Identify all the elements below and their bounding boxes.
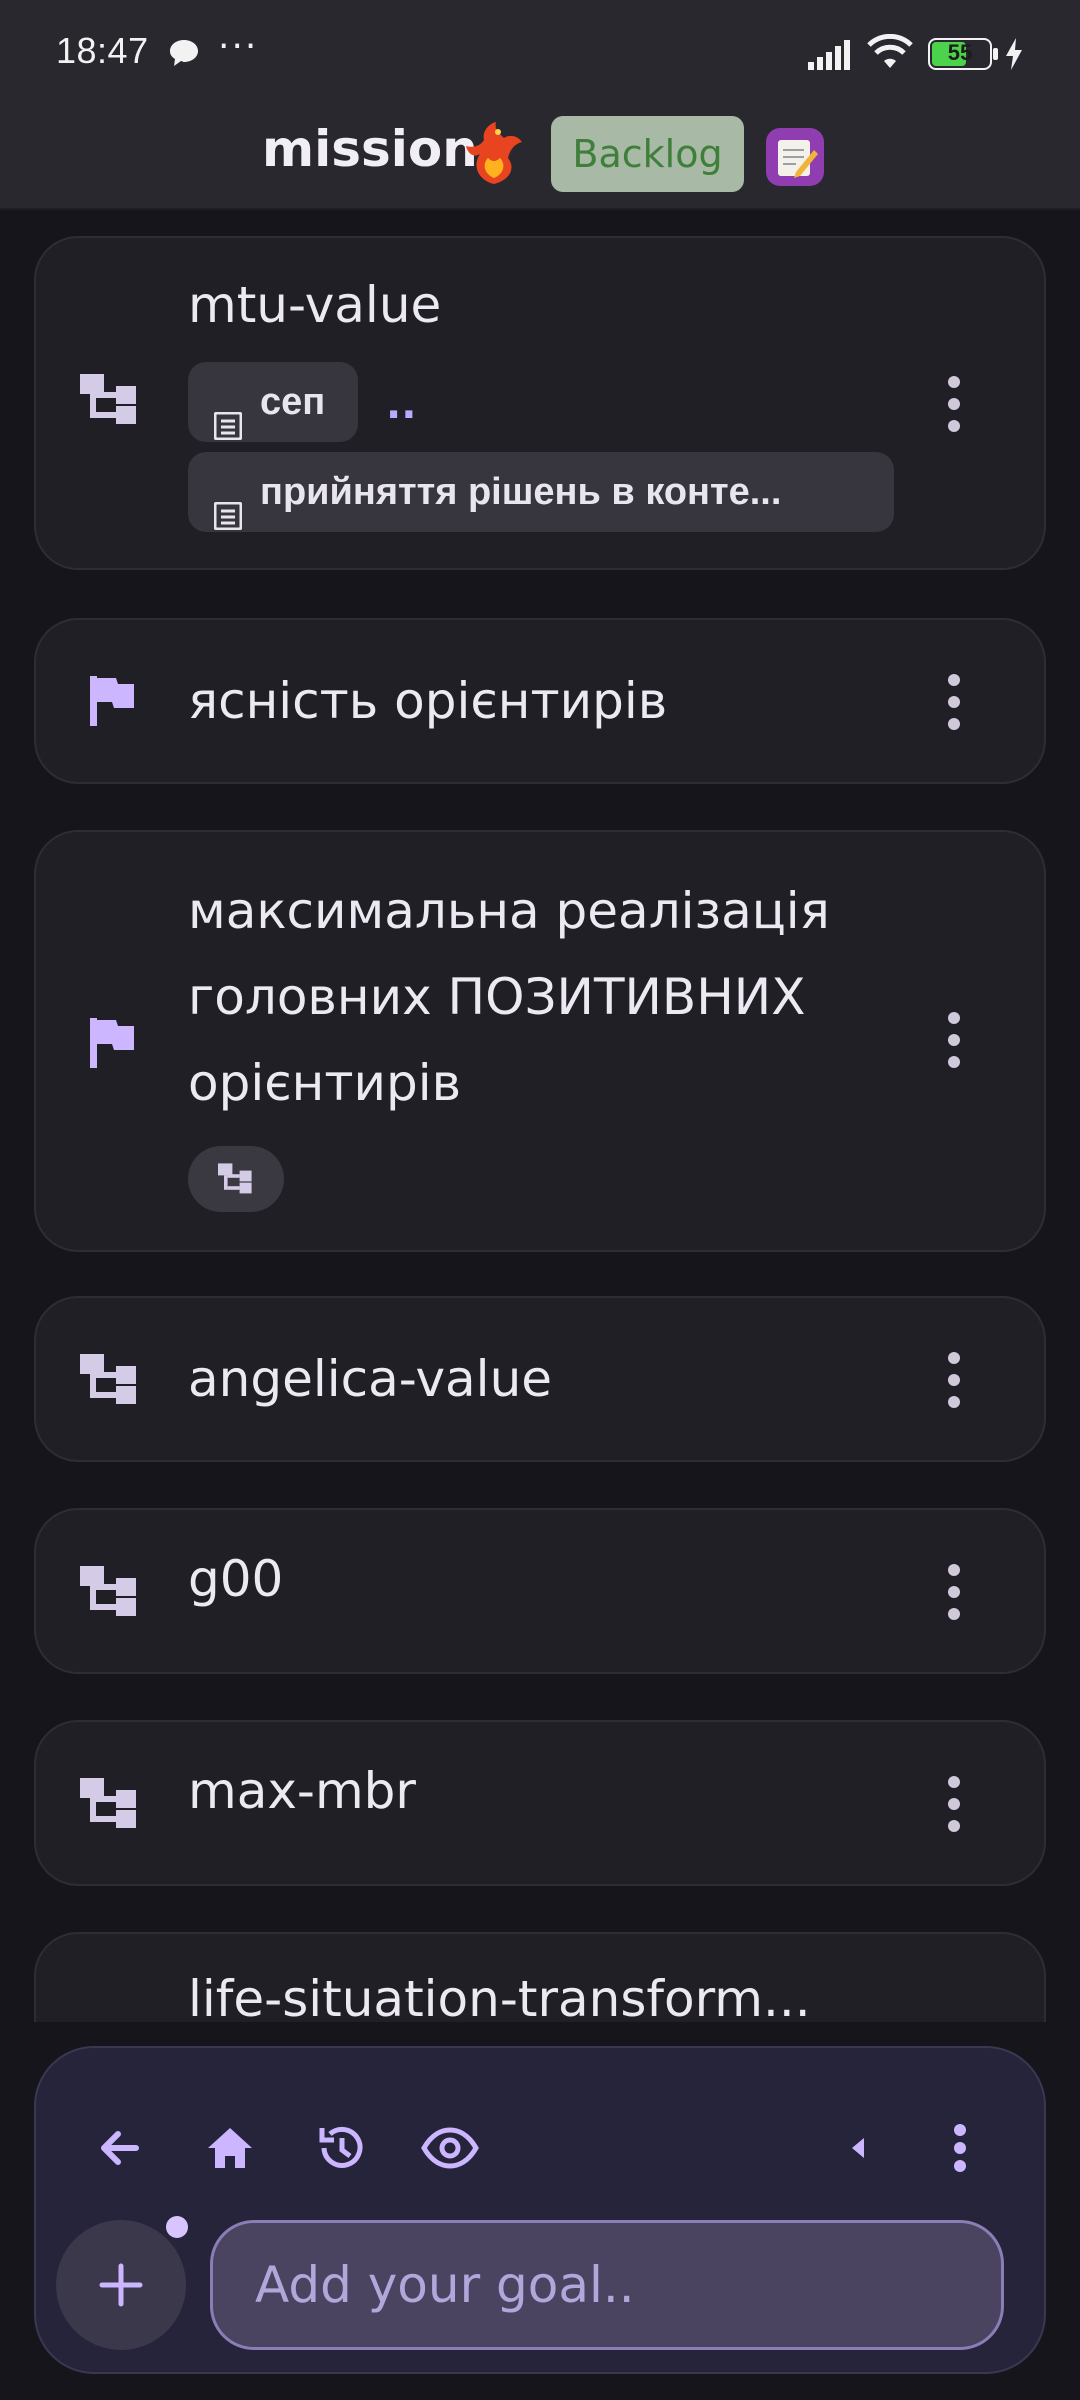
goal-title: angelica-value [188, 1350, 553, 1408]
goal-card[interactable]: angelica-value [34, 1296, 1046, 1462]
home-icon[interactable] [198, 2116, 262, 2180]
charging-bolt-icon [1004, 38, 1024, 74]
goal-card[interactable]: life-situation-transform... [34, 1932, 1046, 2022]
goal-card[interactable]: максимальна реалізація головних ПОЗИТИВН… [34, 830, 1046, 1252]
add-goal-button[interactable] [56, 2220, 186, 2350]
flag-icon [90, 1018, 134, 1072]
flag-icon [90, 676, 134, 730]
more-vertical-icon[interactable] [928, 2116, 992, 2180]
goal-title: g00 [188, 1550, 284, 1608]
tag-label: сеп [260, 381, 326, 423]
more-vertical-icon[interactable] [934, 1352, 974, 1412]
goal-card[interactable]: g00 [34, 1508, 1046, 1674]
more-vertical-icon[interactable] [934, 376, 974, 436]
tag-chip[interactable]: сеп [188, 362, 358, 442]
goal-title: ясність орієнтирів [188, 672, 668, 730]
goal-card[interactable]: mtu-value сеп .. прийняття рішень в конт… [34, 236, 1046, 570]
notification-dot [166, 2216, 188, 2238]
more-vertical-icon[interactable] [934, 1012, 974, 1072]
more-vertical-icon[interactable] [934, 1564, 974, 1624]
subgoals-chip[interactable] [188, 1146, 284, 1212]
hierarchy-icon [80, 374, 140, 430]
more-vertical-icon[interactable] [934, 674, 974, 734]
goal-card[interactable]: max-mbr [34, 1720, 1046, 1886]
status-time: 18:47 [56, 30, 149, 71]
more-vertical-icon[interactable] [934, 1776, 974, 1836]
history-icon[interactable] [308, 2116, 372, 2180]
more-tags-indicator[interactable]: .. [386, 382, 416, 428]
goal-title: life-situation-transform... [188, 1970, 811, 2022]
signal-icon [808, 38, 854, 74]
tag-chip[interactable]: прийняття рішень в конте... [188, 452, 894, 532]
wifi-icon [866, 33, 914, 74]
goal-title: максимальна реалізація головних ПОЗИТИВН… [188, 882, 830, 1112]
list-icon [213, 388, 243, 442]
chat-bubble-icon [168, 38, 200, 72]
notes-icon[interactable] [766, 128, 824, 186]
more-status-icon: ··· [218, 26, 259, 67]
bottom-panel: Add your goal.. [34, 2046, 1046, 2374]
hierarchy-icon [80, 1354, 140, 1410]
app-header: mission Backlog [0, 106, 1080, 210]
plus-icon [99, 2263, 143, 2307]
goal-title: mtu-value [188, 276, 442, 334]
goal-input[interactable]: Add your goal.. [210, 2220, 1004, 2350]
eye-icon[interactable] [418, 2116, 482, 2180]
goal-list[interactable]: mtu-value сеп .. прийняття рішень в конт… [0, 212, 1080, 2022]
page-title[interactable]: mission [262, 120, 478, 178]
phoenix-icon [462, 118, 526, 192]
back-arrow-icon[interactable] [88, 2116, 152, 2180]
tag-label: прийняття рішень в конте... [260, 471, 782, 513]
goal-title: max-mbr [188, 1762, 416, 1820]
battery-level: 55 [947, 40, 973, 65]
hierarchy-icon [80, 1778, 140, 1834]
hierarchy-icon [80, 1566, 140, 1622]
status-bar: 18:47 ··· 55 [0, 0, 1080, 106]
goal-card[interactable]: ясність орієнтирів [34, 618, 1046, 784]
collapse-left-icon[interactable] [826, 2116, 890, 2180]
hierarchy-icon [218, 1163, 252, 1194]
backlog-chip[interactable]: Backlog [551, 116, 744, 192]
list-icon [213, 478, 243, 532]
